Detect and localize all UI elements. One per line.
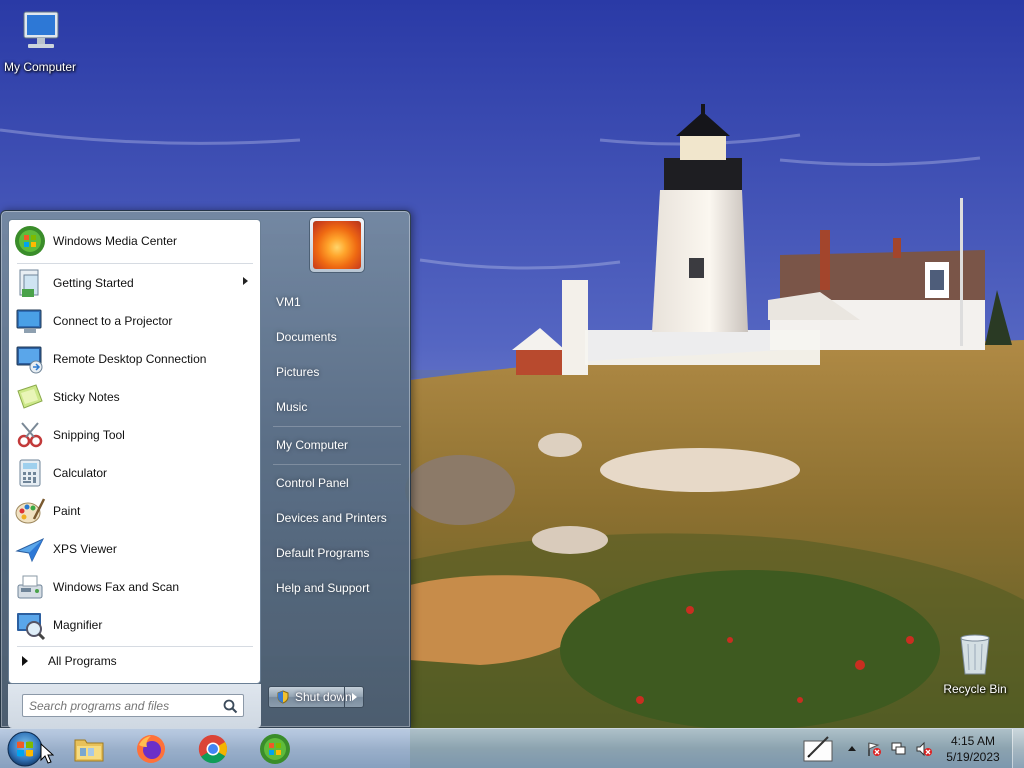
folder-icon — [74, 739, 104, 762]
place-default-programs[interactable]: Default Programs — [265, 538, 405, 568]
firefox-icon — [137, 735, 165, 763]
place-documents[interactable]: Documents — [265, 322, 405, 352]
mouse-cursor-icon — [40, 743, 54, 764]
program-paint[interactable]: Paint — [11, 493, 258, 529]
action-center-flag-icon[interactable] — [866, 741, 882, 757]
program-connect-to-a-projector[interactable]: Connect to a Projector — [11, 303, 258, 339]
show-hidden-icons-icon[interactable] — [844, 741, 860, 757]
start-button[interactable] — [5, 730, 45, 768]
recycle-bin-icon — [960, 634, 990, 675]
submenu-arrow-icon — [243, 277, 248, 285]
program-sticky-notes[interactable]: Sticky Notes — [11, 379, 258, 415]
paint-icon — [15, 498, 46, 524]
system-clock[interactable]: 4:15 AM 5/19/2023 — [940, 733, 1006, 765]
program-label: Snipping Tool — [53, 428, 125, 442]
program-windows-media-center[interactable]: Windows Media Center — [11, 223, 258, 259]
shut-down-options-button[interactable] — [344, 687, 363, 707]
magnifier-icon — [17, 613, 46, 641]
volume-muted-icon[interactable] — [916, 741, 932, 757]
place-label: Default Programs — [276, 546, 370, 560]
program-getting-started[interactable]: Getting Started — [11, 265, 258, 301]
place-label: Help and Support — [276, 581, 370, 595]
places-pane: VM1 Documents Pictures Music My Computer… — [265, 211, 411, 729]
expand-arrow-icon — [22, 656, 28, 666]
windows-media-center-icon — [15, 226, 45, 256]
program-label: Calculator — [53, 466, 108, 480]
search-input[interactable] — [29, 695, 219, 716]
sticky-notes-icon — [17, 384, 43, 409]
program-windows-fax-and-scan[interactable]: Windows Fax and Scan — [11, 569, 258, 605]
fax-scan-icon — [17, 575, 43, 599]
place-music[interactable]: Music — [265, 392, 405, 422]
place-user-folder[interactable]: VM1 — [265, 287, 405, 317]
computer-icon — [23, 11, 59, 48]
program-xps-viewer[interactable]: XPS Viewer — [11, 531, 258, 567]
place-devices-and-printers[interactable]: Devices and Printers — [265, 503, 405, 533]
place-my-computer[interactable]: My Computer — [265, 430, 405, 460]
desktop-icon-label: My Computer — [3, 60, 77, 74]
taskbar-file-explorer[interactable] — [62, 731, 116, 767]
divider — [17, 646, 253, 647]
getting-started-icon — [19, 269, 39, 297]
divider — [17, 263, 253, 264]
start-menu: Windows Media Center Getting Started Con… — [0, 210, 411, 728]
place-label: Documents — [276, 330, 337, 344]
program-magnifier[interactable]: Magnifier — [11, 607, 258, 643]
search-icon[interactable] — [222, 698, 238, 714]
shut-down-button[interactable]: Shut down — [268, 686, 364, 708]
taskbar-firefox[interactable] — [124, 731, 178, 767]
programs-pane: Windows Media Center Getting Started Con… — [8, 219, 261, 684]
program-label: Connect to a Projector — [53, 314, 173, 328]
place-label: VM1 — [276, 295, 301, 309]
show-desktop-button[interactable] — [1012, 729, 1024, 768]
place-label: Control Panel — [276, 476, 349, 490]
taskbar-windows-media-center[interactable] — [248, 731, 302, 767]
program-label: Windows Media Center — [53, 234, 178, 248]
place-label: My Computer — [276, 438, 349, 452]
program-label: Magnifier — [53, 618, 103, 632]
place-label: Pictures — [276, 365, 320, 379]
all-programs-label: All Programs — [48, 654, 117, 668]
program-label: Getting Started — [53, 276, 134, 290]
program-label: Paint — [53, 504, 81, 518]
divider — [273, 426, 401, 427]
projector-icon — [16, 309, 42, 333]
place-label: Music — [276, 400, 308, 414]
program-remote-desktop-connection[interactable]: Remote Desktop Connection — [11, 341, 258, 377]
taskbar-chrome[interactable] — [186, 731, 240, 767]
divider — [273, 464, 401, 465]
search-box[interactable] — [22, 694, 244, 717]
flower-picture-icon — [313, 221, 361, 269]
place-label: Devices and Printers — [276, 511, 387, 525]
place-control-panel[interactable]: Control Panel — [265, 468, 405, 498]
taskbar: 4:15 AM 5/19/2023 — [0, 728, 1024, 768]
program-calculator[interactable]: Calculator — [11, 455, 258, 491]
program-snipping-tool[interactable]: Snipping Tool — [11, 417, 258, 453]
desktop-icon-my-computer[interactable]: My Computer — [0, 8, 80, 74]
user-avatar[interactable] — [309, 217, 365, 273]
xps-viewer-icon — [15, 537, 45, 563]
network-icon[interactable] — [891, 741, 907, 757]
desktop-icon-label: Recycle Bin — [943, 682, 1007, 696]
remote-desktop-icon — [16, 346, 43, 374]
program-label: XPS Viewer — [53, 542, 117, 556]
place-help-and-support[interactable]: Help and Support — [265, 573, 405, 603]
clock-time: 4:15 AM — [950, 734, 996, 748]
program-label: Windows Fax and Scan — [53, 580, 180, 594]
desktop-icon-recycle-bin[interactable]: Recycle Bin — [935, 630, 1015, 696]
program-label: Sticky Notes — [53, 390, 120, 404]
program-label: Remote Desktop Connection — [53, 352, 207, 366]
shield-icon — [277, 690, 289, 704]
pen-tablet-icon[interactable] — [802, 735, 834, 763]
all-programs-button[interactable]: All Programs — [19, 650, 255, 672]
clock-date: 5/19/2023 — [946, 750, 1000, 764]
snipping-tool-icon — [17, 422, 43, 448]
chevron-right-icon — [351, 693, 357, 701]
windows-media-center-icon — [260, 734, 290, 764]
search-area — [8, 684, 261, 728]
calculator-icon — [19, 459, 41, 487]
place-pictures[interactable]: Pictures — [265, 357, 405, 387]
chrome-icon — [198, 734, 227, 764]
